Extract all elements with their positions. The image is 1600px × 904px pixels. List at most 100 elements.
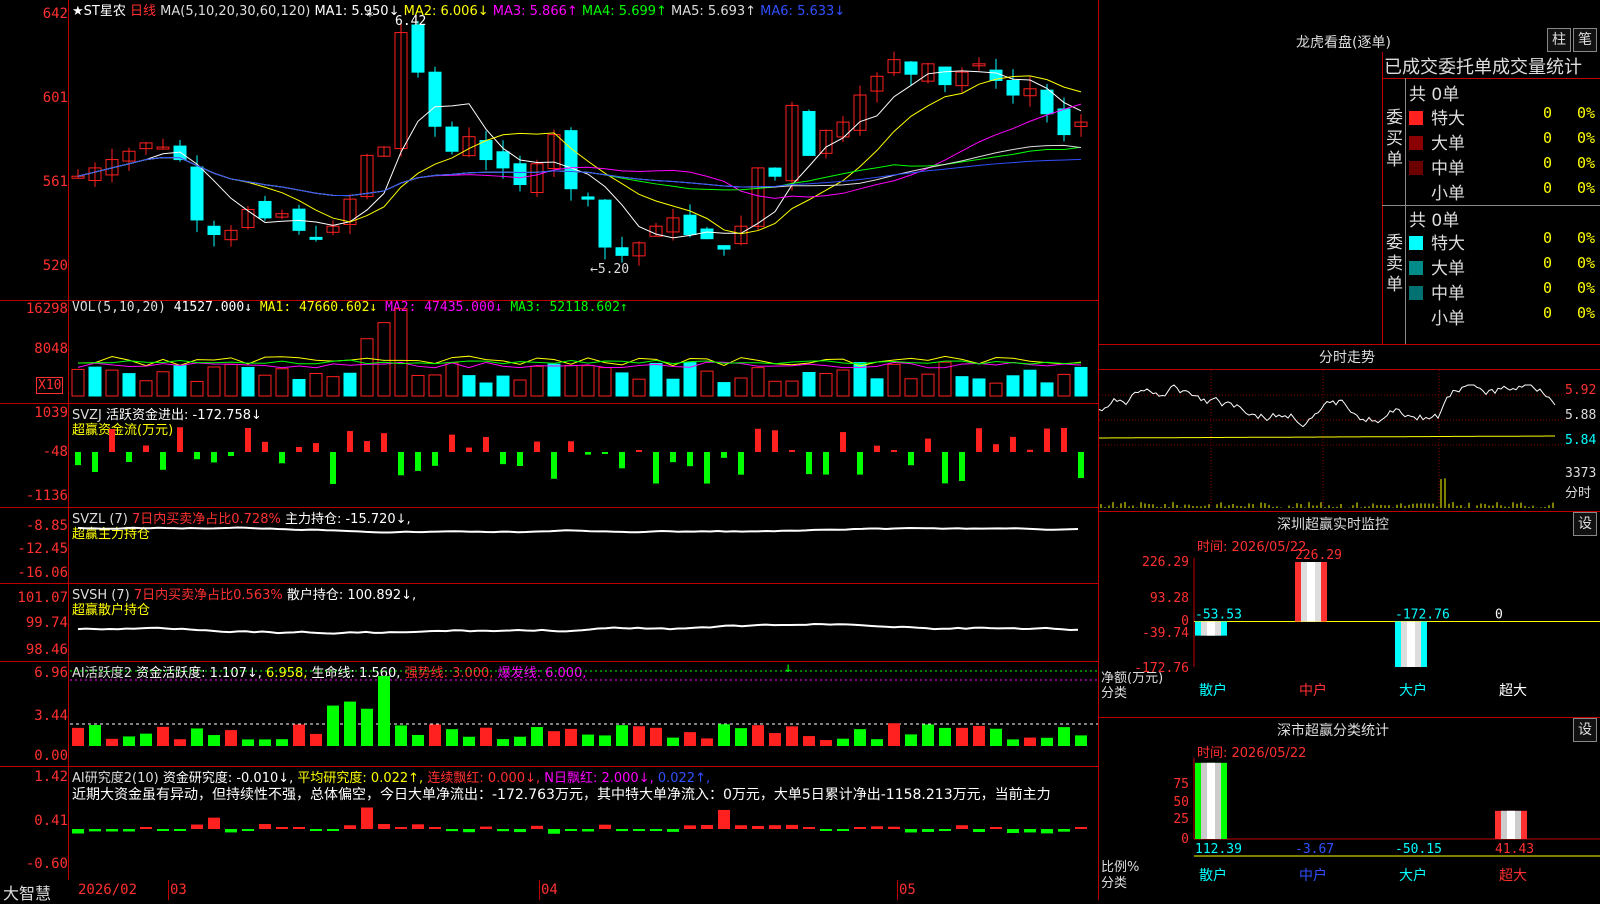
flow-bar bbox=[602, 452, 608, 454]
svsh-pane[interactable]: 101.07 99.74 98.46 SVSH (7) 7日内买卖净占比0.56… bbox=[0, 584, 1098, 662]
lhb-divider bbox=[1382, 78, 1600, 79]
activity-bar bbox=[140, 733, 152, 746]
flow-bar bbox=[738, 452, 744, 475]
research-bar bbox=[446, 829, 458, 832]
volume-bar bbox=[802, 371, 816, 397]
activity-bar bbox=[1058, 727, 1070, 746]
candle-body bbox=[598, 199, 612, 248]
lhb-row: 特大 bbox=[1409, 104, 1465, 129]
color-swatch bbox=[1409, 161, 1423, 175]
volume-bar bbox=[632, 378, 646, 397]
kline-pane[interactable]: 642 601 561 520 ★ST星农 日线 MA(5,10,20,30,6… bbox=[0, 0, 1098, 301]
research-bar bbox=[480, 826, 492, 829]
activity-bar bbox=[667, 737, 679, 746]
sz-monitor-chart: 226.29 93.28 0 -39.74 -172.76 -53.53 散户 226.29 中… bbox=[1134, 548, 1600, 699]
research-bar bbox=[412, 824, 424, 829]
lhb-divider bbox=[1405, 78, 1406, 344]
brand-label: 大智慧 bbox=[3, 884, 52, 903]
research-bar bbox=[820, 829, 832, 831]
volume-pane[interactable]: 16298 8048 X10 VOL(5,10,20) 41527.000↓ M… bbox=[0, 300, 1098, 404]
flow-bar bbox=[143, 445, 149, 452]
activity-bar bbox=[480, 727, 492, 746]
bar-value-label: 226.29 bbox=[1295, 548, 1342, 563]
volume-bar bbox=[1074, 366, 1088, 397]
tick-mode-button[interactable]: 笔 bbox=[1573, 28, 1597, 52]
svzl-pane[interactable]: -8.85 -12.45 -16.06 SVZL (7) 7日内买卖净占比0.7… bbox=[0, 508, 1098, 584]
candle-body bbox=[700, 228, 714, 240]
lhb-row-value: 0 bbox=[1543, 279, 1553, 297]
svzj-pane[interactable]: 1039 -48 -1136 SVZJ 活跃资金进出: -172.758↓ 超赢… bbox=[0, 404, 1098, 508]
activity-bar bbox=[956, 727, 968, 746]
flow-bar bbox=[891, 450, 897, 452]
bar-value-label: -3.67 bbox=[1295, 842, 1334, 857]
lhb-row-name: 中单 bbox=[1431, 284, 1465, 304]
activity-bar bbox=[548, 731, 560, 746]
flow-bar bbox=[466, 447, 472, 452]
research-bar bbox=[531, 825, 543, 829]
activity-bar bbox=[820, 740, 832, 746]
flow-bar bbox=[279, 452, 285, 464]
volume-bar bbox=[428, 374, 442, 397]
svzj-chart bbox=[75, 427, 1084, 484]
flow-bar bbox=[636, 450, 642, 452]
candle-body bbox=[1040, 89, 1054, 115]
lhb-row-pct: 0% bbox=[1577, 254, 1596, 272]
research-bar bbox=[939, 829, 951, 831]
volume-bar bbox=[122, 373, 136, 397]
x-label: 05 bbox=[899, 882, 916, 898]
activity-bar bbox=[395, 725, 407, 746]
research-bar bbox=[735, 825, 747, 829]
activity-bar bbox=[973, 725, 985, 746]
sell-label: 委卖单 bbox=[1386, 233, 1403, 295]
color-swatch bbox=[1409, 311, 1423, 325]
candle-body bbox=[904, 61, 918, 75]
bar-value-label: -50.15 bbox=[1395, 842, 1442, 857]
research-bar bbox=[208, 817, 220, 829]
candle-body bbox=[190, 166, 204, 221]
research-bar bbox=[684, 825, 696, 829]
research-bar bbox=[786, 824, 798, 829]
volume-bar bbox=[156, 371, 170, 397]
indicator-line bbox=[77, 526, 1079, 534]
volume-bar bbox=[717, 382, 731, 397]
research-bar bbox=[429, 827, 441, 829]
bar-value-label: 112.39 bbox=[1195, 842, 1242, 857]
activity-bar bbox=[412, 734, 424, 746]
activity-bar bbox=[633, 726, 645, 746]
lhb-row-value: 0 bbox=[1543, 229, 1553, 247]
volume-bar bbox=[904, 378, 918, 397]
research-bar bbox=[956, 825, 968, 829]
activity-bar bbox=[514, 736, 526, 746]
ai-research-pane[interactable]: 1.42 0.41 -0.60 AI研究度2(10) 资金研究度: -0.010… bbox=[0, 767, 1098, 881]
bar-大户 bbox=[1395, 621, 1427, 667]
x-label: 2026/02 bbox=[78, 882, 138, 898]
category-label: 中户 bbox=[1299, 867, 1327, 884]
volume-bar bbox=[513, 379, 527, 397]
research-bar bbox=[174, 829, 186, 831]
volume-bar bbox=[190, 380, 204, 397]
sz-class-chart: 75 50 25 0 112.39 散户 -3.67 中户 -50.15 大户 41.43 超大 bbox=[1173, 758, 1600, 884]
candle-body bbox=[207, 225, 221, 236]
lhb-row-name: 小单 bbox=[1431, 184, 1465, 204]
bar-value-label: 0 bbox=[1495, 608, 1503, 623]
candle-body bbox=[938, 66, 952, 86]
activity-bar bbox=[905, 734, 917, 746]
ma-line bbox=[77, 75, 1082, 235]
research-bar bbox=[599, 824, 611, 829]
flow-bar bbox=[925, 438, 931, 452]
y-tick: 226.29 bbox=[1142, 555, 1189, 570]
activity-bar bbox=[446, 729, 458, 746]
research-bar bbox=[905, 829, 917, 833]
bar-mode-button[interactable]: 柱 bbox=[1547, 28, 1571, 52]
intraday-panel[interactable]: 分时走势 5.92 5.88 5.84 3373 分时 bbox=[1099, 345, 1600, 512]
flow-bar bbox=[500, 452, 506, 465]
volume-bar bbox=[666, 378, 680, 397]
volume-bar bbox=[836, 369, 850, 397]
ai-activity-pane[interactable]: 6.96 3.44 0.00 AI活跃度2 资金活跃度: 1.107↓, 6.9… bbox=[0, 660, 1098, 767]
research-bar bbox=[548, 829, 560, 834]
volume-bar bbox=[360, 338, 374, 397]
flow-bar bbox=[704, 452, 710, 484]
sz-monitor-panel: 深圳超赢实时监控 设 时间: 2026/05/22 226.29 93.28 0 -3… bbox=[1099, 512, 1600, 718]
activity-bar bbox=[378, 676, 390, 746]
research-bar bbox=[803, 827, 815, 829]
